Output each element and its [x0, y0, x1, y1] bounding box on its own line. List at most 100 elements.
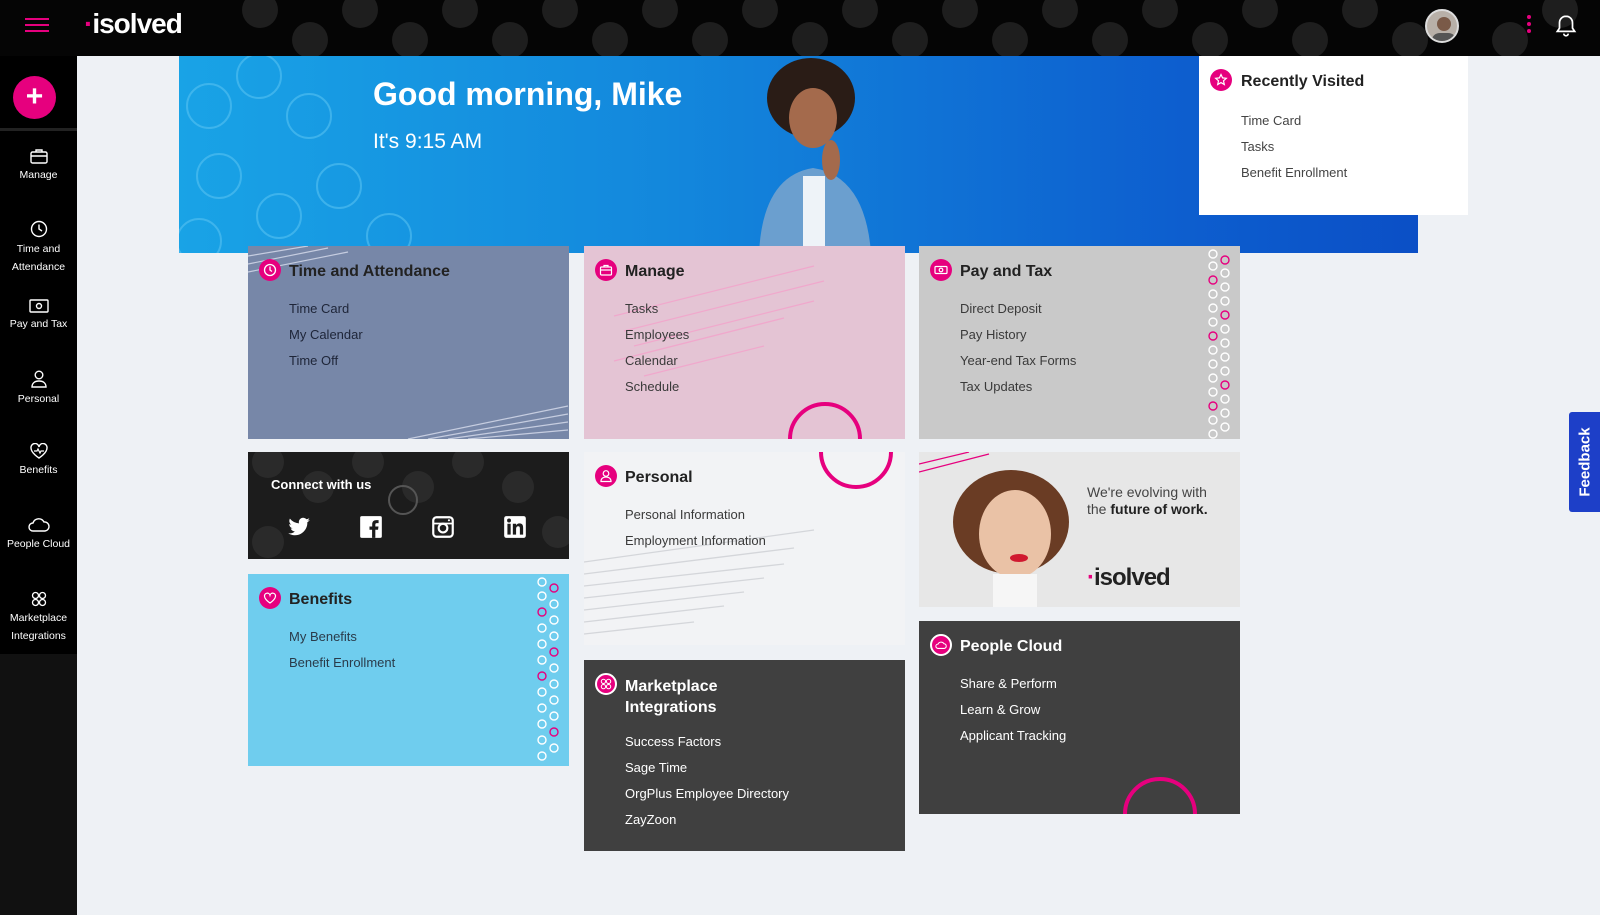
feedback-button[interactable]: Feedback: [1569, 412, 1600, 512]
user-avatar[interactable]: [1425, 9, 1459, 43]
recent-item-tasks[interactable]: Tasks: [1241, 134, 1347, 160]
recent-item-time-card[interactable]: Time Card: [1241, 108, 1347, 134]
bell-icon[interactable]: [1553, 13, 1579, 39]
linkedin-icon[interactable]: [502, 514, 528, 540]
link-pay-history[interactable]: Pay History: [960, 322, 1076, 348]
top-bar: ·isolved: [0, 0, 1600, 56]
tile-links: Direct Deposit Pay History Year-end Tax …: [960, 296, 1076, 400]
tile-benefits[interactable]: Benefits My Benefits Benefit Enrollment: [248, 574, 569, 766]
recently-visited-list: Time Card Tasks Benefit Enrollment: [1241, 108, 1347, 186]
promo-tagline-line-2: the: [1087, 501, 1111, 517]
rail-item-label: Personal: [17, 393, 60, 405]
link-tax-updates[interactable]: Tax Updates: [960, 374, 1076, 400]
promo-woman-image: [953, 470, 1069, 607]
link-year-end-tax-forms[interactable]: Year-end Tax Forms: [960, 348, 1076, 374]
briefcase-icon: [595, 259, 617, 281]
marketplace-icon: [595, 673, 617, 695]
tile-title: Personal: [625, 469, 693, 486]
rail-item-personal[interactable]: Personal: [0, 370, 77, 408]
link-tasks[interactable]: Tasks: [625, 296, 689, 322]
tile-connect-with-us: Connect with us: [248, 452, 569, 559]
add-button[interactable]: +: [13, 76, 56, 119]
recently-visited-title: Recently Visited: [1241, 73, 1365, 90]
briefcase-icon: [29, 149, 48, 164]
link-orgplus-employee-directory[interactable]: OrgPlus Employee Directory: [625, 781, 789, 807]
link-schedule[interactable]: Schedule: [625, 374, 689, 400]
link-success-factors[interactable]: Success Factors: [625, 729, 789, 755]
rail-item-label: Marketplace Integrations: [9, 612, 68, 642]
tile-links: Share & Perform Learn & Grow Applicant T…: [960, 671, 1066, 749]
greeting: Good morning, Mike: [373, 76, 683, 112]
link-applicant-tracking[interactable]: Applicant Tracking: [960, 723, 1066, 749]
link-calendar[interactable]: Calendar: [625, 348, 689, 374]
tile-title: Pay and Tax: [960, 263, 1053, 280]
tile-links: Tasks Employees Calendar Schedule: [625, 296, 689, 400]
rail-item-label: Benefits: [19, 464, 58, 476]
facebook-icon[interactable]: [358, 514, 384, 540]
link-my-benefits[interactable]: My Benefits: [289, 624, 395, 650]
rail-item-benefits[interactable]: Benefits: [0, 443, 77, 479]
link-personal-information[interactable]: Personal Information: [625, 502, 766, 528]
person-icon: [595, 465, 617, 487]
tile-title: Manage: [625, 263, 685, 280]
rail-item-time-and-attendance[interactable]: Time and Attendance: [0, 220, 77, 276]
rail-item-people-cloud[interactable]: People Cloud: [0, 517, 77, 553]
instagram-icon[interactable]: [430, 514, 456, 540]
hero-woman-image: [759, 58, 871, 253]
link-benefit-enrollment[interactable]: Benefit Enrollment: [289, 650, 395, 676]
tile-title: People Cloud: [960, 638, 1063, 655]
tile-title: Benefits: [289, 591, 353, 608]
money-icon: [28, 299, 49, 313]
rail-item-label: Time and Attendance: [11, 243, 66, 273]
tile-manage[interactable]: Manage Tasks Employees Calendar Schedule: [584, 246, 905, 439]
link-my-calendar[interactable]: My Calendar: [289, 322, 363, 348]
promo-logo: ·isolved: [1087, 564, 1171, 591]
cloud-icon: [930, 634, 952, 656]
tile-title: Time and Attendance: [289, 263, 450, 280]
clock-icon: [30, 220, 47, 238]
link-direct-deposit[interactable]: Direct Deposit: [960, 296, 1076, 322]
link-time-card[interactable]: Time Card: [289, 296, 363, 322]
kebab-icon[interactable]: [1526, 15, 1532, 37]
tile-personal[interactable]: Personal Personal Information Employment…: [584, 452, 905, 645]
rail-item-manage[interactable]: Manage: [0, 148, 77, 184]
tile-links: Time Card My Calendar Time Off: [289, 296, 363, 374]
tile-title-line-1: Marketplace: [625, 678, 718, 695]
tile-title-line-2: Integrations: [625, 699, 717, 716]
isolved-logo[interactable]: ·isolved: [84, 8, 183, 40]
tile-time-and-attendance[interactable]: Time and Attendance Time Card My Calenda…: [248, 246, 569, 439]
rail-item-label: Manage: [19, 169, 58, 181]
topbar-pattern: [242, 0, 1578, 56]
tile-links: My Benefits Benefit Enrollment: [289, 624, 395, 676]
tile-title: Marketplace Integrations: [625, 676, 718, 718]
link-sage-time[interactable]: Sage Time: [625, 755, 789, 781]
heart-icon: [259, 587, 281, 609]
tile-people-cloud[interactable]: People Cloud Share & Perform Learn & Gro…: [919, 621, 1240, 814]
money-icon: [930, 259, 952, 281]
twitter-icon[interactable]: [286, 514, 312, 540]
star-icon: [1210, 69, 1232, 91]
tile-links: Success Factors Sage Time OrgPlus Employ…: [625, 729, 789, 833]
marketplace-icon: [31, 591, 46, 607]
link-share-and-perform[interactable]: Share & Perform: [960, 671, 1066, 697]
link-employment-information[interactable]: Employment Information: [625, 528, 766, 554]
hamburger-icon[interactable]: [25, 14, 49, 36]
rail-item-marketplace-integrations[interactable]: Marketplace Integrations: [0, 591, 77, 645]
tile-promo-future-of-work[interactable]: We're evolving with the future of work. …: [919, 452, 1240, 607]
heart-icon: [29, 443, 48, 459]
tile-pay-and-tax[interactable]: Pay and Tax Direct Deposit Pay History Y…: [919, 246, 1240, 439]
rail-item-pay-and-tax[interactable]: Pay and Tax: [0, 299, 77, 333]
link-employees[interactable]: Employees: [625, 322, 689, 348]
feedback-label: Feedback: [1576, 427, 1593, 497]
tile-marketplace-integrations[interactable]: Marketplace Integrations Success Factors…: [584, 660, 905, 851]
link-zayzoon[interactable]: ZayZoon: [625, 807, 789, 833]
rail-item-label: People Cloud: [6, 538, 71, 550]
connect-title: Connect with us: [271, 477, 372, 492]
link-time-off[interactable]: Time Off: [289, 348, 363, 374]
promo-tagline: We're evolving with the future of work.: [1087, 484, 1208, 518]
link-learn-and-grow[interactable]: Learn & Grow: [960, 697, 1066, 723]
promo-tagline-line-1: We're evolving with: [1087, 484, 1207, 500]
recent-item-benefit-enrollment[interactable]: Benefit Enrollment: [1241, 160, 1347, 186]
recently-visited-panel: Recently Visited Time Card Tasks Benefit…: [1199, 56, 1468, 215]
person-icon: [30, 370, 47, 388]
